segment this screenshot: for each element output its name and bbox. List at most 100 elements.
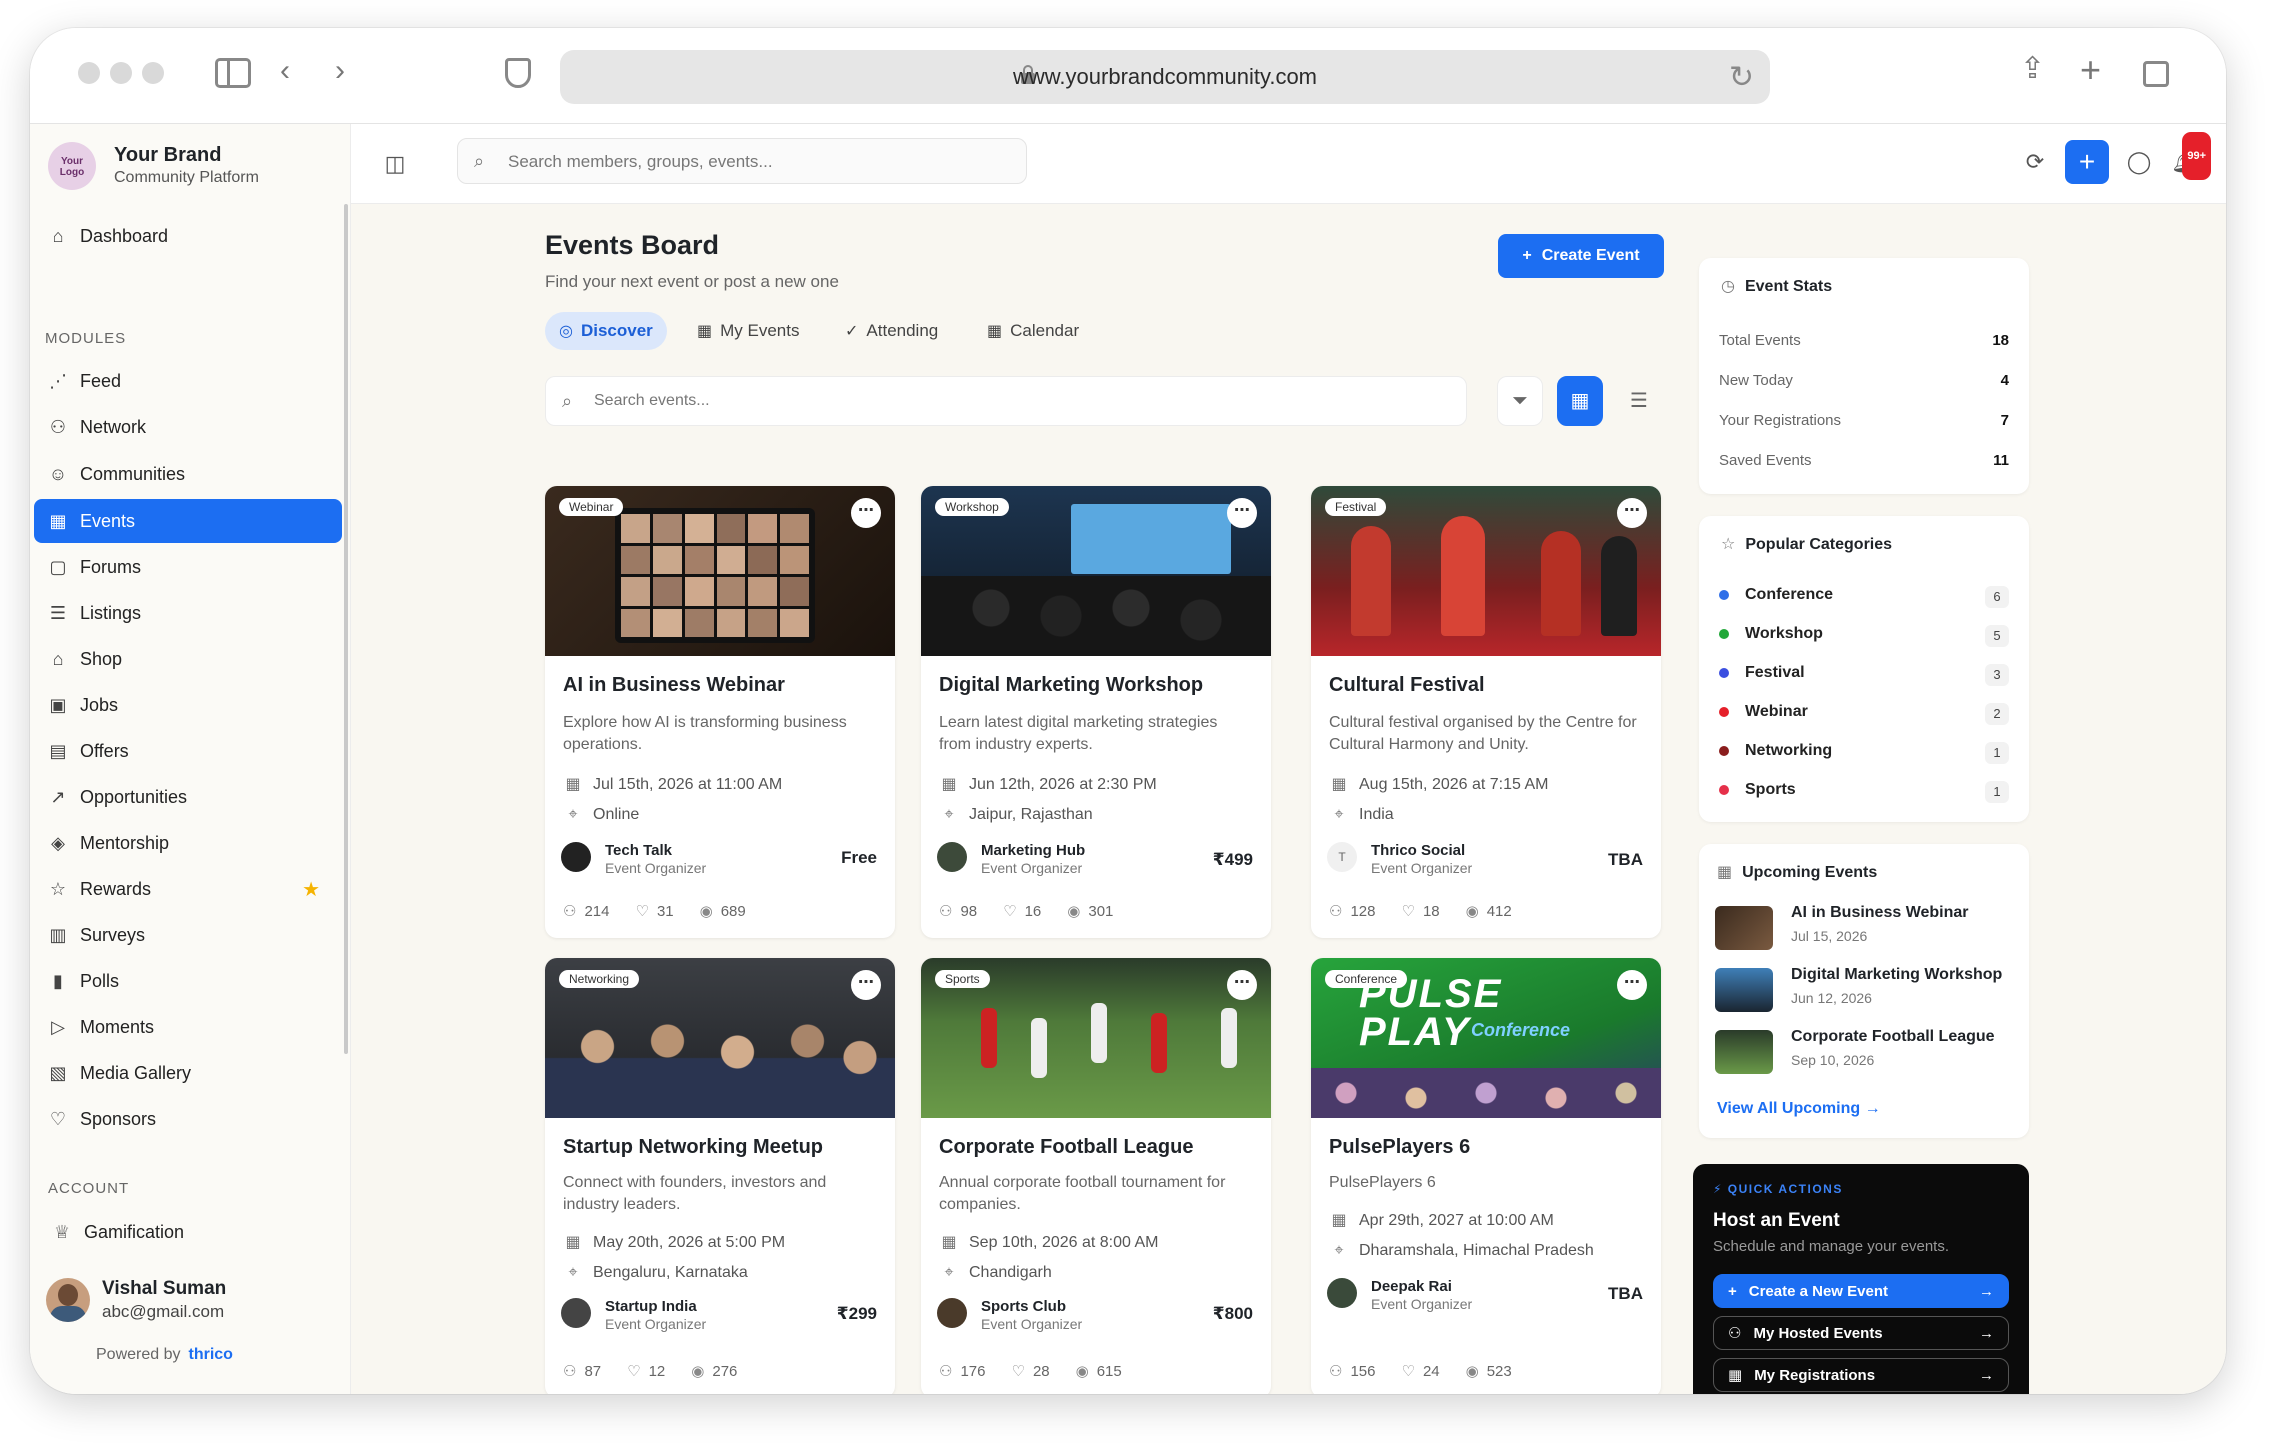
reload-icon[interactable]: ↻ bbox=[1729, 60, 1754, 95]
tab-my-events[interactable]: ▦ My Events bbox=[683, 312, 813, 350]
tabs-overview-icon[interactable] bbox=[2143, 61, 2169, 87]
more-options-icon[interactable]: ⋯ bbox=[1227, 498, 1257, 528]
window-minimize-dot[interactable] bbox=[110, 62, 132, 84]
quick-actions-title: Host an Event bbox=[1713, 1210, 1840, 1231]
banner-line-2: PLAY bbox=[1359, 1010, 1471, 1054]
create-event-button[interactable]: + Create Event bbox=[1498, 234, 1664, 278]
category-item-webinar[interactable]: Webinar 2 bbox=[1719, 703, 2009, 725]
tab-attending[interactable]: ✓ Attending bbox=[831, 312, 952, 350]
heart-icon: ♡ bbox=[1003, 903, 1017, 920]
briefcase-icon: ▣ bbox=[49, 694, 67, 715]
sidebar-item-network[interactable]: ⚇ Network bbox=[34, 405, 342, 449]
eye-icon: ◉ bbox=[1465, 903, 1479, 920]
home-icon: ⌂ bbox=[52, 225, 64, 246]
sidebar-item-rewards[interactable]: ☆ Rewards ★ bbox=[34, 867, 342, 911]
sidebar-item-communities[interactable]: ☺ Communities bbox=[34, 452, 342, 496]
sidebar: Your Logo Your Brand Community Platform … bbox=[30, 124, 351, 1394]
view-all-upcoming-link[interactable]: View All Upcoming → bbox=[1717, 1100, 1881, 1118]
sidebar-item-offers[interactable]: ▤ Offers bbox=[34, 729, 342, 773]
more-options-icon[interactable]: ⋯ bbox=[1617, 498, 1647, 528]
event-card[interactable]: PULSE PLAY Conference Conference ⋯ Pulse… bbox=[1311, 958, 1661, 1394]
event-title: Corporate Football League bbox=[939, 1136, 1194, 1158]
sidebar-item-feed[interactable]: ⋰ Feed bbox=[34, 359, 342, 403]
event-card[interactable]: Workshop ⋯ Digital Marketing Workshop Le… bbox=[921, 486, 1271, 938]
sidebar-item-sponsors[interactable]: ♡ Sponsors bbox=[34, 1097, 342, 1141]
sidebar-item-dashboard[interactable]: ⌂ Dashboard bbox=[34, 214, 342, 258]
category-item-sports[interactable]: Sports 1 bbox=[1719, 781, 2009, 803]
more-options-icon[interactable]: ⋯ bbox=[851, 970, 881, 1000]
category-item-networking[interactable]: Networking 1 bbox=[1719, 742, 2009, 764]
thrico-logo: thrico bbox=[188, 1346, 233, 1363]
more-options-icon[interactable]: ⋯ bbox=[1227, 970, 1257, 1000]
event-category-tag: Networking bbox=[559, 970, 640, 988]
event-title: PulsePlayers 6 bbox=[1329, 1136, 1471, 1158]
event-image: Networking ⋯ bbox=[545, 958, 895, 1118]
organizer-avatar: T bbox=[1327, 842, 1357, 872]
my-hosted-events-button[interactable]: ⚇ My Hosted Events → bbox=[1713, 1316, 2009, 1350]
more-options-icon[interactable]: ⋯ bbox=[851, 498, 881, 528]
sidebar-item-polls[interactable]: ▮ Polls bbox=[34, 959, 342, 1003]
sidebar-item-events[interactable]: ▦ Events bbox=[34, 499, 342, 543]
address-bar[interactable]: www.yourbrandcommunity.com ↻ bbox=[560, 50, 1770, 104]
tab-discover[interactable]: ◎ Discover bbox=[545, 312, 667, 350]
clock-icon: ◷ bbox=[1721, 278, 1735, 295]
category-item-workshop[interactable]: Workshop 5 bbox=[1719, 625, 2009, 647]
global-search-input[interactable]: ⌕ Search members, groups, events... bbox=[457, 138, 1027, 184]
event-search-input[interactable]: ⌕ Search events... bbox=[545, 376, 1467, 426]
event-image: Sports ⋯ bbox=[921, 958, 1271, 1118]
bar-chart-icon: ▮ bbox=[53, 970, 63, 991]
sidebar-item-jobs[interactable]: ▣ Jobs bbox=[34, 683, 342, 727]
add-button[interactable]: + bbox=[2065, 140, 2109, 184]
sidebar-item-gamification[interactable]: ♕ Gamification bbox=[38, 1210, 346, 1254]
sidebar-item-surveys[interactable]: ▥ Surveys bbox=[34, 913, 342, 957]
star-outline-icon: ☆ bbox=[49, 878, 67, 899]
sidebar-scrollbar[interactable] bbox=[344, 204, 348, 1054]
window-zoom-dot[interactable] bbox=[142, 62, 164, 84]
event-date: ▦ Apr 29th, 2027 at 10:00 AM bbox=[1329, 1210, 1553, 1230]
list-view-button[interactable]: ☰ bbox=[1616, 376, 1662, 426]
refresh-icon[interactable]: ⟳ bbox=[2013, 140, 2057, 184]
brand-name: Your Brand bbox=[114, 144, 222, 166]
category-item-conference[interactable]: Conference 6 bbox=[1719, 586, 2009, 608]
upcoming-item[interactable]: Digital Marketing Workshop Jun 12, 2026 bbox=[1715, 966, 2013, 1016]
filter-button[interactable]: ⏷ bbox=[1497, 376, 1543, 426]
search-icon: ⌕ bbox=[474, 151, 485, 171]
organizer-avatar bbox=[1327, 1278, 1357, 1308]
create-new-event-button[interactable]: + Create a New Event → bbox=[1713, 1274, 2009, 1308]
my-registrations-button[interactable]: ▦ My Registrations → bbox=[1713, 1358, 2009, 1392]
collapse-sidebar-icon[interactable]: ◫ bbox=[373, 142, 417, 186]
sidebar-toggle-icon[interactable] bbox=[215, 58, 251, 88]
upcoming-item[interactable]: AI in Business Webinar Jul 15, 2026 bbox=[1715, 904, 2013, 954]
sidebar-item-forums[interactable]: ▢ Forums bbox=[34, 545, 342, 589]
notifications-icon[interactable]: 🔔︎99+ bbox=[2163, 132, 2211, 184]
sidebar-item-opportunities[interactable]: ↗ Opportunities bbox=[34, 775, 342, 819]
upcoming-item[interactable]: Corporate Football League Sep 10, 2026 bbox=[1715, 1028, 2013, 1078]
window-close-dot[interactable] bbox=[78, 62, 100, 84]
sidebar-item-listings[interactable]: ☰ Listings bbox=[34, 591, 342, 635]
sidebar-item-mentorship[interactable]: ◈ Mentorship bbox=[34, 821, 342, 865]
event-stats: ⚇ 156 ♡ 24 ◉ 523 bbox=[1329, 1363, 1512, 1380]
search-icon: ⌕ bbox=[562, 391, 573, 411]
url-text: www.yourbrandcommunity.com bbox=[1012, 64, 1318, 89]
sidebar-item-moments[interactable]: ▷ Moments bbox=[34, 1005, 342, 1049]
share-icon[interactable]: ⇪ bbox=[2020, 54, 2045, 84]
tab-calendar[interactable]: ▦ Calendar bbox=[973, 312, 1093, 350]
star-icon: ★ bbox=[302, 878, 320, 901]
event-card[interactable]: Sports ⋯ Corporate Football League Annua… bbox=[921, 958, 1271, 1394]
event-card[interactable]: Festival ⋯ Cultural Festival Cultural fe… bbox=[1311, 486, 1661, 938]
sidebar-item-media-gallery[interactable]: ▧ Media Gallery bbox=[34, 1051, 342, 1095]
more-options-icon[interactable]: ⋯ bbox=[1617, 970, 1647, 1000]
shield-icon[interactable] bbox=[505, 58, 531, 88]
event-date: ▦ May 20th, 2026 at 5:00 PM bbox=[563, 1232, 785, 1252]
forward-icon[interactable]: › bbox=[335, 56, 345, 86]
event-price: TBA bbox=[1608, 850, 1643, 869]
event-card[interactable]: Networking ⋯ Startup Networking Meetup C… bbox=[545, 958, 895, 1394]
back-icon[interactable]: ‹ bbox=[280, 56, 290, 86]
sidebar-item-shop[interactable]: ⌂ Shop bbox=[34, 637, 342, 681]
event-card[interactable]: Webinar ⋯ AI in Business Webinar Explore… bbox=[545, 486, 895, 938]
messages-icon[interactable]: ◯ bbox=[2117, 140, 2161, 184]
event-location: ⌖ Dharamshala, Himachal Pradesh bbox=[1329, 1242, 1593, 1260]
category-item-festival[interactable]: Festival 3 bbox=[1719, 664, 2009, 686]
new-tab-icon[interactable]: + bbox=[2080, 52, 2101, 88]
grid-view-button[interactable]: ▦ bbox=[1557, 376, 1603, 426]
